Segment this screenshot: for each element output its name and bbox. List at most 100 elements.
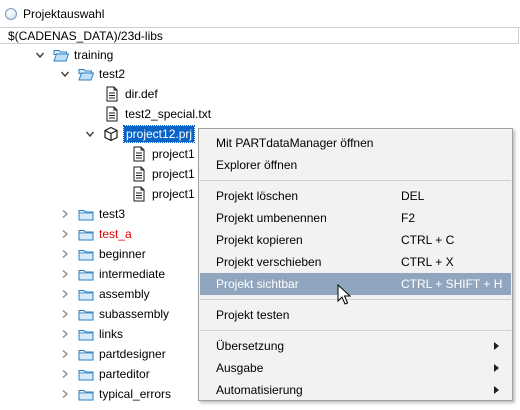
tree-item-project-child[interactable]: project1 xyxy=(131,164,195,184)
tree-item-links[interactable]: links xyxy=(60,324,123,344)
menu-item-label: Projekt sichtbar xyxy=(216,277,299,291)
chevron-down-icon[interactable] xyxy=(35,50,45,60)
menu-item-shortcut: CTRL + C xyxy=(401,233,455,247)
menu-item-shortcut: CTRL + X xyxy=(401,255,454,269)
menu-item-shortcut: DEL xyxy=(401,189,425,203)
folder-icon xyxy=(78,386,94,402)
menu-item-label: Mit PARTdataManager öffnen xyxy=(216,136,374,150)
menu-item-project-visible[interactable]: Projekt sichtbar CTRL + SHIFT + H xyxy=(200,273,511,295)
chevron-right-icon[interactable] xyxy=(60,229,70,239)
submenu-arrow-icon xyxy=(494,342,499,350)
tree-item-label: project1 xyxy=(152,167,195,181)
menu-separator xyxy=(200,180,511,181)
folder-open-icon xyxy=(53,47,69,63)
folder-icon xyxy=(78,226,94,242)
path-text: $(CADENAS_DATA)/23d-libs xyxy=(8,28,163,43)
chevron-right-icon[interactable] xyxy=(60,369,70,379)
menu-item-label: Projekt kopieren xyxy=(216,233,303,247)
tree-item-project12[interactable]: project12.prj xyxy=(85,124,196,144)
chevron-right-icon[interactable] xyxy=(60,349,70,359)
menu-separator xyxy=(200,299,511,300)
tree-item-intermediate[interactable]: intermediate xyxy=(60,264,165,284)
tree-item-label: parteditor xyxy=(99,367,150,381)
tree-item-label: beginner xyxy=(99,247,146,261)
tree-item-parteditor[interactable]: parteditor xyxy=(60,364,150,384)
path-field[interactable]: $(CADENAS_DATA)/23d-libs xyxy=(0,27,519,44)
folder-icon xyxy=(78,326,94,342)
menu-item-label: Automatisierung xyxy=(216,383,303,397)
tree-item-label: project1 xyxy=(152,147,195,161)
chevron-down-icon[interactable] xyxy=(60,69,70,79)
tree-item-training[interactable]: training xyxy=(35,45,113,65)
chevron-right-icon[interactable] xyxy=(60,389,70,399)
tree-item-label: project1 xyxy=(152,187,195,201)
menu-item-translation[interactable]: Übersetzung xyxy=(200,335,511,357)
submenu-arrow-icon xyxy=(494,386,499,394)
chevron-right-icon[interactable] xyxy=(60,209,70,219)
tree-item-typical-errors[interactable]: typical_errors xyxy=(60,384,171,404)
chevron-right-icon[interactable] xyxy=(60,329,70,339)
tree-item-label: intermediate xyxy=(99,267,166,281)
menu-item-label: Projekt umbenennen xyxy=(216,211,327,225)
menu-separator xyxy=(200,330,511,331)
menu-item-automation[interactable]: Automatisierung xyxy=(200,379,511,401)
tree-item-test-a[interactable]: test_a xyxy=(60,224,132,244)
tree-item-dir-def[interactable]: dir.def xyxy=(104,84,158,104)
menu-item-label: Ausgabe xyxy=(216,361,264,375)
menu-item-label: Explorer öffnen xyxy=(216,158,298,172)
tree-item-label: project12.prj xyxy=(122,125,196,143)
folder-icon xyxy=(78,346,94,362)
tree-item-label: dir.def xyxy=(125,87,158,101)
tree-item-project-child[interactable]: project1 xyxy=(131,144,195,164)
file-icon xyxy=(104,106,120,122)
tree-item-label: typical_errors xyxy=(99,387,172,401)
tree-item-test2-special[interactable]: test2_special.txt xyxy=(104,104,211,124)
menu-item-label: Projekt löschen xyxy=(216,189,299,203)
tree-item-beginner[interactable]: beginner xyxy=(60,244,146,264)
folder-icon xyxy=(78,246,94,262)
menu-item-shortcut: CTRL + SHIFT + H xyxy=(401,277,503,291)
tree-item-label: training xyxy=(74,48,114,62)
chevron-right-icon[interactable] xyxy=(60,309,70,319)
window-title: Projektauswahl xyxy=(23,6,105,21)
tree-item-label: links xyxy=(99,327,124,341)
folder-icon xyxy=(78,266,94,282)
tree-item-test2[interactable]: test2 xyxy=(60,64,125,84)
menu-item-test-project[interactable]: Projekt testen xyxy=(200,304,511,326)
tree-item-subassembly[interactable]: subassembly xyxy=(60,304,169,324)
menu-item-rename-project[interactable]: Projekt umbenennen F2 xyxy=(200,207,511,229)
tree-item-partdesigner[interactable]: partdesigner xyxy=(60,344,166,364)
submenu-arrow-icon xyxy=(494,364,499,372)
menu-item-output[interactable]: Ausgabe xyxy=(200,357,511,379)
chevron-right-icon[interactable] xyxy=(60,289,70,299)
tree-item-label: test2 xyxy=(99,67,126,81)
mouse-cursor-icon xyxy=(337,284,351,305)
menu-item-delete-project[interactable]: Projekt löschen DEL xyxy=(200,185,511,207)
menu-item-label: Projekt testen xyxy=(216,308,290,322)
menu-item-open-explorer[interactable]: Explorer öffnen xyxy=(200,154,511,176)
tree-item-label: assembly xyxy=(99,287,150,301)
chevron-down-icon[interactable] xyxy=(85,129,95,139)
chevron-right-icon[interactable] xyxy=(60,269,70,279)
tree-item-label: test_a xyxy=(99,227,132,241)
tree-item-label: test2_special.txt xyxy=(125,107,212,121)
file-icon xyxy=(131,186,147,202)
folder-icon xyxy=(78,206,94,222)
menu-item-label: Übersetzung xyxy=(216,339,285,353)
menu-item-label: Projekt verschieben xyxy=(216,255,322,269)
folder-open-icon xyxy=(78,66,94,82)
folder-icon xyxy=(78,286,94,302)
folder-icon xyxy=(78,306,94,322)
menu-item-copy-project[interactable]: Projekt kopieren CTRL + C xyxy=(200,229,511,251)
menu-item-shortcut: F2 xyxy=(401,211,416,225)
context-menu: Mit PARTdataManager öffnen Explorer öffn… xyxy=(198,128,513,401)
menu-item-open-partdatamanager[interactable]: Mit PARTdataManager öffnen xyxy=(200,132,511,154)
tree-item-test3[interactable]: test3 xyxy=(60,204,125,224)
tree-item-project-child[interactable]: project1 xyxy=(131,184,195,204)
chevron-right-icon[interactable] xyxy=(60,249,70,259)
file-icon xyxy=(131,146,147,162)
menu-item-move-project[interactable]: Projekt verschieben CTRL + X xyxy=(200,251,511,273)
app-icon xyxy=(5,7,17,20)
folder-icon xyxy=(78,366,94,382)
tree-item-assembly[interactable]: assembly xyxy=(60,284,150,304)
